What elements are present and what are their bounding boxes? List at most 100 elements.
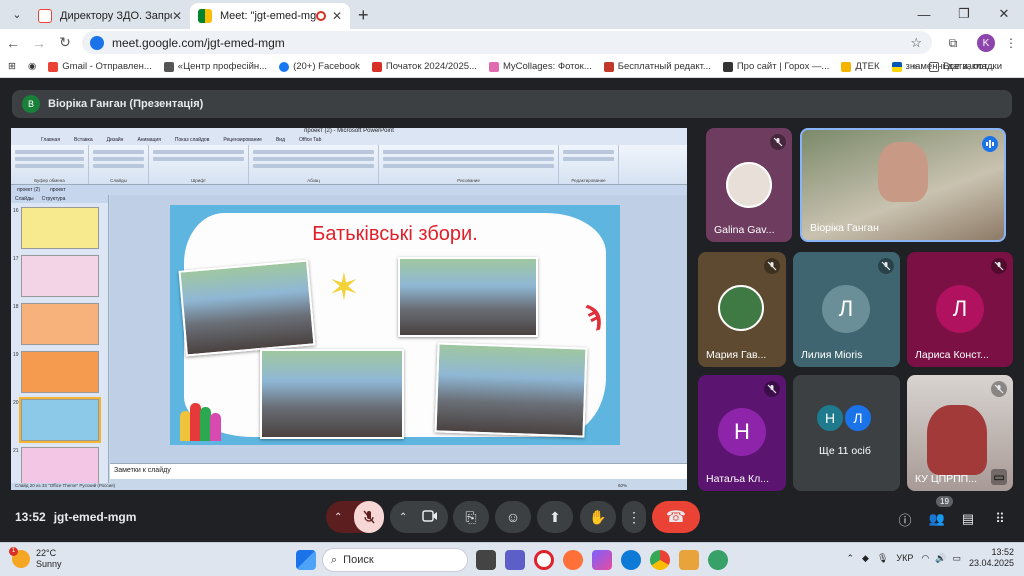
more-bookmarks-button[interactable]: » xyxy=(912,61,917,72)
leave-call-button[interactable]: ☎ xyxy=(652,501,700,533)
task-view-icon[interactable] xyxy=(476,550,496,570)
close-window-icon[interactable]: ✕ xyxy=(984,0,1024,28)
more-options-button[interactable]: ⋮ xyxy=(622,501,646,533)
tab-search-icon[interactable]: ⌄ xyxy=(4,2,30,26)
others-tile[interactable]: Н Л Ще 11 осіб xyxy=(793,375,900,491)
doc-tab: проект (2) xyxy=(17,187,41,193)
site-info-icon[interactable] xyxy=(90,35,104,50)
bookmark-label: Gmail - Отправлен... xyxy=(62,61,152,72)
minimize-icon[interactable]: — xyxy=(904,0,944,28)
bookmark-goroh[interactable]: Про сайт | Горох —... xyxy=(722,61,830,72)
mic-off-icon xyxy=(764,258,780,274)
ribbon-group: Шрифт xyxy=(149,145,249,184)
volume-icon[interactable]: 🔊 xyxy=(935,553,946,564)
slide-photo xyxy=(178,259,316,357)
meet-area: В Віоріка Ганган (Презентація) проект (2… xyxy=(0,78,1024,542)
start-icon[interactable] xyxy=(296,550,316,570)
menu-icon[interactable]: ⋮ xyxy=(1002,34,1020,52)
new-tab-button[interactable]: + xyxy=(358,5,369,26)
apps-icon[interactable]: ⊞ xyxy=(8,61,16,72)
participant-name: Лилия Mioris xyxy=(801,349,863,361)
bookmark-mycollages[interactable]: MyCollages: Фоток... xyxy=(488,61,592,72)
folder-icon xyxy=(929,61,940,72)
chrome-icon[interactable] xyxy=(650,550,670,570)
extensions-icon[interactable]: ⧉ xyxy=(944,34,962,52)
search-icon: ⌕ xyxy=(331,553,338,566)
bookmark-gmail[interactable]: Gmail - Отправлен... xyxy=(48,61,152,72)
clock[interactable]: 13:52 23.04.2025 xyxy=(969,547,1014,569)
copilot-icon[interactable] xyxy=(592,550,612,570)
mic-off-icon[interactable] xyxy=(354,501,384,533)
chevron-up-icon[interactable]: ⌃ xyxy=(334,512,342,523)
reactions-button[interactable]: ☺ xyxy=(495,501,531,533)
bookmark-editor[interactable]: Бесплатный редакт... xyxy=(603,61,711,72)
tab-title: Директору ЗДО. Запрошення xyxy=(60,10,172,22)
forward-icon[interactable]: → xyxy=(26,35,52,51)
participant-tile-active[interactable]: Віоріка Ганган xyxy=(800,128,1006,242)
taskbar-search[interactable]: ⌕ Поиск xyxy=(322,548,468,572)
bookmark-start[interactable]: Початок 2024/2025... xyxy=(371,61,477,72)
camera-button[interactable]: ⌃ xyxy=(390,501,448,533)
mic-icon[interactable]: 🎙 xyxy=(877,553,888,564)
language[interactable]: УКР xyxy=(896,553,913,563)
people-icon[interactable]: 👥 xyxy=(926,508,948,530)
edge-icon[interactable] xyxy=(621,550,641,570)
raise-hand-button[interactable]: ✋ xyxy=(580,501,616,533)
bookmark-dtek[interactable]: ДТЕК xyxy=(841,61,880,72)
wifi-icon[interactable]: ◠ xyxy=(921,553,929,564)
reload-icon[interactable]: ↻ xyxy=(52,34,78,51)
tab-director[interactable]: Директору ЗДО. Запрошення ✕ xyxy=(30,3,190,29)
slide: Батьківські збори. ✶ ϡ xyxy=(170,205,620,445)
tab-meet[interactable]: Meet: "jgt-emed-mgm" ✕ xyxy=(190,3,350,29)
bookmark-facebook[interactable]: (20+) Facebook xyxy=(279,61,360,72)
teams-icon[interactable] xyxy=(505,550,525,570)
opera-icon[interactable] xyxy=(534,550,554,570)
bookmark-label: Про сайт | Горох —... xyxy=(736,61,830,72)
info-icon[interactable]: ⓘ xyxy=(894,508,916,530)
globe-icon[interactable]: ◉ xyxy=(28,61,36,72)
firefox-icon[interactable] xyxy=(563,550,583,570)
activities-icon[interactable]: ⠿ xyxy=(989,508,1011,530)
all-bookmarks[interactable]: Все закладки xyxy=(929,61,1002,72)
close-tab-icon[interactable]: ✕ xyxy=(172,9,182,23)
site-icon xyxy=(371,61,382,72)
meeting-time: 13:52 xyxy=(15,510,46,524)
ribbon-group: Рисование xyxy=(379,145,559,184)
back-icon[interactable]: ← xyxy=(0,35,26,51)
battery-icon[interactable]: ▭ xyxy=(952,553,961,564)
explorer-icon[interactable] xyxy=(679,550,699,570)
present-button[interactable]: ⬆ xyxy=(537,501,573,533)
bookmark-label: Початок 2024/2025... xyxy=(385,61,477,72)
presentation-banner: В Віоріка Ганган (Презентація) xyxy=(12,90,1012,118)
facebook-icon xyxy=(279,61,290,72)
weather-widget[interactable]: 1 22°C Sunny xyxy=(9,547,62,570)
participant-tile[interactable]: Н Натаља Кл... xyxy=(698,375,786,491)
app-icon[interactable] xyxy=(708,550,728,570)
captions-button[interactable]: ⎘ xyxy=(453,501,489,533)
pip-icon[interactable]: ▭ xyxy=(991,469,1007,485)
ribbon-group: Слайды xyxy=(89,145,149,184)
ribbon-group-label: Абзац xyxy=(307,178,320,183)
ppt-ribbon-tabs: Главная Вставка Дизайн Анимация Показ сл… xyxy=(11,137,687,145)
site-icon xyxy=(841,61,852,72)
participant-tile[interactable]: ▭ КУ ЦПРПП... xyxy=(907,375,1013,491)
ppt-title-bar: проект (2) - Microsoft PowerPoint xyxy=(11,128,687,137)
close-tab-icon[interactable]: ✕ xyxy=(332,9,342,23)
app-tray-icon[interactable]: ◆ xyxy=(862,553,869,564)
restore-icon[interactable]: ❐ xyxy=(944,0,984,28)
participant-tile[interactable]: Л Лилия Mioris xyxy=(793,252,900,367)
mic-button[interactable]: ⌃ xyxy=(326,501,384,533)
bookmark-center[interactable]: «Центр професійн... xyxy=(163,61,267,72)
participant-tile[interactable]: Л Лариса Конст... xyxy=(907,252,1013,367)
bookmark-star-icon[interactable]: ☆ xyxy=(910,35,922,51)
participant-tile[interactable]: Galina Gav... xyxy=(706,128,792,242)
participant-name: Лариса Конст... xyxy=(915,349,989,361)
slides-panel: Слайды Структура 16 17 18 19 20 21 xyxy=(11,195,109,489)
profile-avatar[interactable]: K xyxy=(977,34,995,52)
url-field[interactable]: meet.google.com/jgt-emed-mgm ☆ xyxy=(82,31,932,54)
chat-icon[interactable]: ▤ xyxy=(957,508,979,530)
participant-tile[interactable]: Мария Гав... xyxy=(698,252,786,367)
chevron-up-icon[interactable]: ⌃ xyxy=(399,512,407,523)
chevron-up-icon[interactable]: ⌃ xyxy=(846,553,854,564)
browser-tab-bar: ⌄ Директору ЗДО. Запрошення ✕ Meet: "jgt… xyxy=(0,0,1024,29)
